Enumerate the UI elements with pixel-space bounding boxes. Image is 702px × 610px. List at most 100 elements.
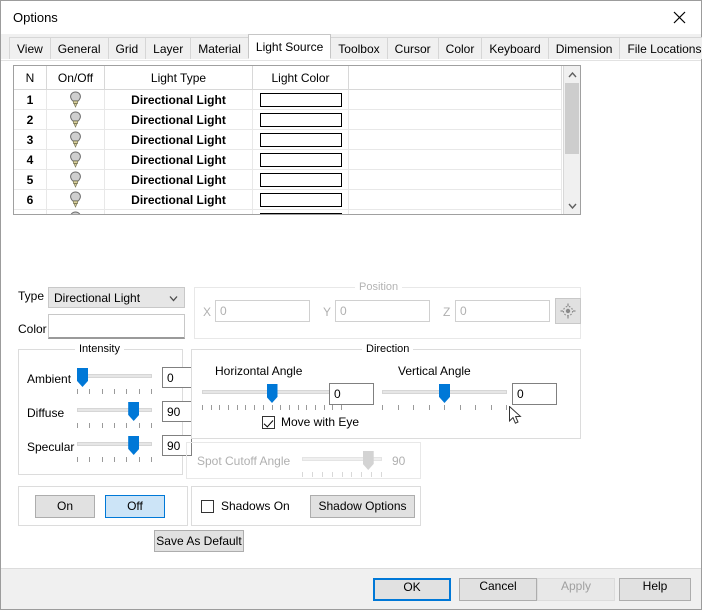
- chevron-down-icon[interactable]: [564, 197, 580, 214]
- row-light-type: Directional Light: [105, 190, 253, 210]
- spot-cutoff-group: Spot Cutoff Angle 90: [186, 442, 421, 479]
- apply-button: Apply: [537, 578, 615, 601]
- tab-layer[interactable]: Layer: [145, 37, 191, 59]
- row-light-color-swatch[interactable]: [253, 130, 349, 150]
- direction-group: Direction Horizontal Angle 0 Vertical An…: [191, 349, 581, 439]
- row-light-type: Directional Light: [105, 130, 253, 150]
- slider-ticks: [302, 472, 382, 477]
- table-row[interactable]: 5Directional Light: [14, 170, 562, 190]
- shadow-options-button[interactable]: Shadow Options: [310, 495, 415, 518]
- intensity-0-input[interactable]: 0: [162, 367, 192, 388]
- tab-material[interactable]: Material: [190, 37, 249, 59]
- intensity-1-label: Diffuse: [27, 406, 64, 420]
- table-row[interactable]: 4Directional Light: [14, 150, 562, 170]
- light-bulb-off-icon[interactable]: [47, 190, 105, 210]
- slider-thumb[interactable]: [128, 402, 139, 421]
- slider-thumb[interactable]: [128, 436, 139, 455]
- light-bulb-off-icon[interactable]: [47, 90, 105, 110]
- shadows-on-checkbox[interactable]: [201, 500, 214, 513]
- light-bulb-off-icon[interactable]: [47, 110, 105, 130]
- table-row[interactable]: 1Directional Light: [14, 90, 562, 110]
- tab-grid[interactable]: Grid: [108, 37, 147, 59]
- intensity-2-label: Specular: [27, 440, 74, 454]
- help-button[interactable]: Help: [619, 578, 691, 601]
- light-on-button[interactable]: On: [35, 495, 95, 518]
- light-bulb-off-icon[interactable]: [47, 130, 105, 150]
- row-light-color-swatch[interactable]: [253, 150, 349, 170]
- row-pad: [349, 170, 562, 190]
- vertical-angle-input[interactable]: 0: [512, 383, 557, 405]
- intensity-2-slider[interactable]: [77, 436, 152, 462]
- light-bulb-off-icon[interactable]: [47, 170, 105, 190]
- slider-ticks: [77, 389, 152, 394]
- chevron-up-icon[interactable]: [564, 66, 580, 83]
- vertical-angle-label: Vertical Angle: [398, 364, 471, 378]
- column-header-color: Light Color: [253, 66, 349, 90]
- horizontal-angle-label: Horizontal Angle: [215, 364, 302, 378]
- target-pick-icon[interactable]: [555, 298, 581, 324]
- row-light-color-swatch[interactable]: [253, 190, 349, 210]
- row-light-color-swatch[interactable]: [253, 170, 349, 190]
- close-icon[interactable]: [657, 1, 701, 34]
- ok-button[interactable]: OK: [373, 578, 451, 601]
- table-row[interactable]: 7 Directional Light: [14, 210, 562, 216]
- tab-cursor[interactable]: Cursor: [387, 37, 439, 59]
- slider-thumb[interactable]: [439, 384, 450, 403]
- tab-general[interactable]: General: [50, 37, 109, 59]
- position-z-input[interactable]: 0: [455, 300, 550, 322]
- row-light-color-swatch[interactable]: [253, 110, 349, 130]
- table-row[interactable]: 3 Directional Light: [14, 130, 562, 150]
- intensity-1-slider[interactable]: [77, 402, 152, 428]
- column-header-pad: [349, 66, 562, 90]
- slider-thumb[interactable]: [77, 368, 88, 387]
- table-row[interactable]: 6Directional Light: [14, 190, 562, 210]
- row-light-type: Directional Light: [105, 210, 253, 216]
- tab-dimension[interactable]: Dimension: [548, 37, 621, 59]
- move-with-eye-row[interactable]: Move with Eye: [262, 415, 359, 429]
- row-index: 3: [14, 130, 47, 150]
- table-vertical-scrollbar[interactable]: [563, 66, 580, 214]
- intensity-0-slider[interactable]: [77, 368, 152, 394]
- spot-cutoff-slider[interactable]: [302, 451, 382, 475]
- slider-thumb[interactable]: [267, 384, 278, 403]
- shadows-group: Shadows On Shadow Options: [191, 486, 421, 526]
- light-list-table[interactable]: N On/Off Light Type Light Color 1Directi…: [13, 65, 581, 215]
- light-color-swatch-button[interactable]: [48, 314, 185, 339]
- light-source-panel: N On/Off Light Type Light Color 1Directi…: [1, 60, 701, 568]
- horizontal-angle-slider[interactable]: [202, 384, 342, 410]
- move-with-eye-label: Move with Eye: [281, 415, 359, 429]
- tab-keyboard[interactable]: Keyboard: [481, 37, 548, 59]
- row-light-color-swatch[interactable]: [253, 90, 349, 110]
- row-light-color-swatch[interactable]: [253, 210, 349, 216]
- position-z-label: Z: [443, 305, 450, 319]
- horizontal-angle-input[interactable]: 0: [329, 383, 374, 405]
- intensity-1-input[interactable]: 90: [162, 401, 192, 422]
- color-label: Color: [18, 322, 47, 336]
- slider-thumb[interactable]: [363, 451, 374, 470]
- tab-toolbox[interactable]: Toolbox: [330, 37, 387, 59]
- column-header-type: Light Type: [105, 66, 253, 90]
- position-y-input[interactable]: 0: [335, 300, 430, 322]
- cancel-button[interactable]: Cancel: [459, 578, 537, 601]
- position-y-label: Y: [323, 305, 331, 319]
- spot-cutoff-value: 90: [392, 454, 405, 468]
- scrollbar-thumb[interactable]: [565, 83, 579, 154]
- save-as-default-button[interactable]: Save As Default: [154, 530, 244, 552]
- scrollbar-track[interactable]: [564, 83, 580, 197]
- tab-color[interactable]: Color: [438, 37, 483, 59]
- table-row[interactable]: 2Directional Light: [14, 110, 562, 130]
- tab-light-source[interactable]: Light Source: [248, 34, 331, 59]
- light-bulb-off-icon[interactable]: [47, 150, 105, 170]
- row-index: 7: [14, 210, 47, 216]
- column-header-n: N: [14, 66, 47, 90]
- shadows-on-row[interactable]: Shadows On: [201, 499, 290, 513]
- light-bulb-off-icon[interactable]: [47, 210, 105, 216]
- tab-view[interactable]: View: [9, 37, 51, 59]
- vertical-angle-slider[interactable]: [382, 384, 507, 410]
- move-with-eye-checkbox[interactable]: [262, 416, 275, 429]
- on-off-group: On Off: [18, 486, 188, 526]
- light-type-select[interactable]: Directional Light: [48, 287, 185, 308]
- position-x-input[interactable]: 0: [215, 300, 310, 322]
- light-off-button[interactable]: Off: [105, 495, 165, 518]
- tab-file-locations[interactable]: File Locations: [619, 37, 702, 59]
